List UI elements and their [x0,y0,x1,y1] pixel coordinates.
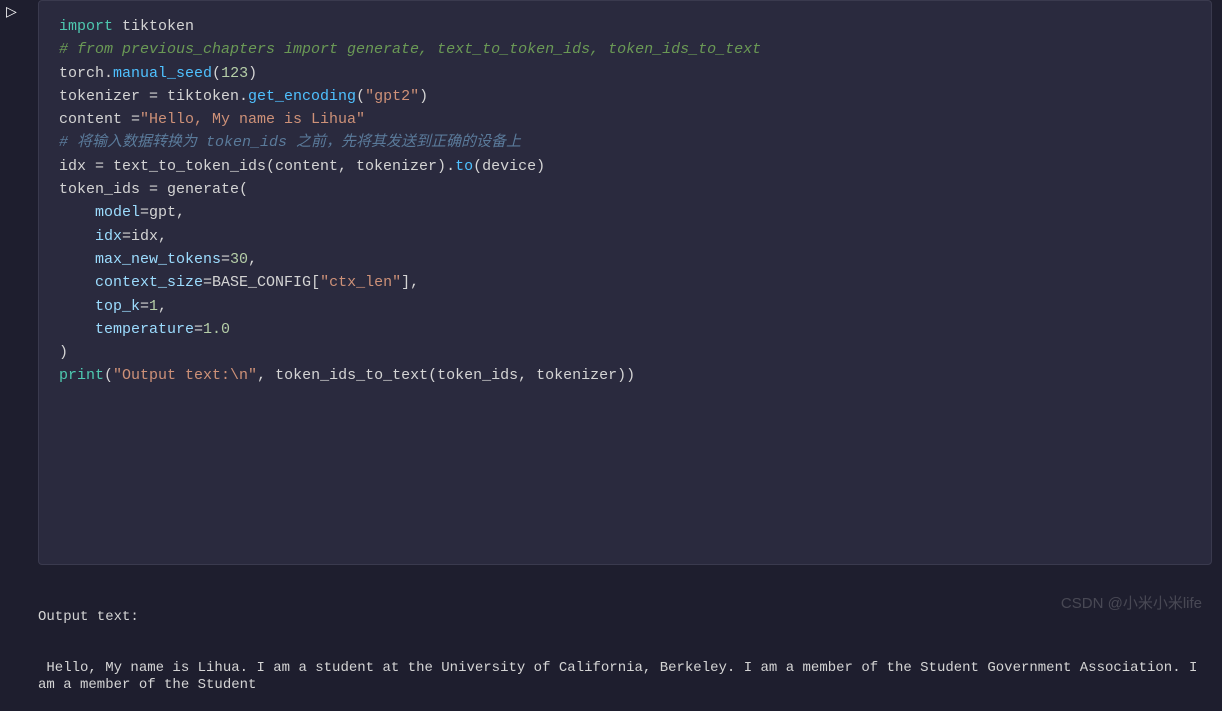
play-icon[interactable]: ▷ [6,4,17,21]
function-name: print [59,367,104,384]
code-text: gpt, [149,204,185,221]
number-literal: 1.0 [203,321,230,338]
param-name: context_size [59,274,203,291]
code-line: idx=idx, [59,225,1191,248]
output-header: Output text: [38,609,1212,626]
code-line: max_new_tokens=30, [59,248,1191,271]
code-text: content = [59,111,140,128]
code-line: context_size=BASE_CONFIG["ctx_len"], [59,271,1191,294]
paren: ( [356,88,365,105]
code-text: idx = text_to_token_ids(content, tokeniz… [59,158,455,175]
code-line: content ="Hello, My name is Lihua" [59,108,1191,131]
string-literal: "gpt2" [365,88,419,105]
number-literal: 30 [230,251,248,268]
operator: = [140,204,149,221]
param-name: model [59,204,140,221]
paren: ) [248,65,257,82]
param-name: temperature [59,321,194,338]
paren: ( [212,65,221,82]
paren: ) [419,88,428,105]
watermark: CSDN @小米小米life [1061,592,1202,613]
code-line: import tiktoken [59,15,1191,38]
method-name: manual_seed [113,65,212,82]
param-name: top_k [59,298,140,315]
code-text: (device) [473,158,545,175]
string-literal: "Output text:\n" [113,367,257,384]
operator: = [122,228,131,245]
code-line: temperature=1.0 [59,318,1191,341]
operator: = [221,251,230,268]
param-name: idx [59,228,122,245]
keyword-import: import [59,18,113,35]
param-name: max_new_tokens [59,251,221,268]
method-name: get_encoding [248,88,356,105]
code-line: token_ids = generate( [59,178,1191,201]
output-area: Output text: Hello, My name is Lihua. I … [38,575,1212,711]
module-name: tiktoken [113,18,194,35]
string-literal: "ctx_len" [320,274,401,291]
code-comment: # 将输入数据转换为 token_ids 之前，先将其发送到正确的设备上 [59,131,1191,154]
code-line: idx = text_to_token_ids(content, tokeniz… [59,155,1191,178]
output-body: Hello, My name is Lihua. I am a student … [38,660,1212,694]
number-literal: 123 [221,65,248,82]
code-line: tokenizer = tiktoken.get_encoding("gpt2"… [59,85,1191,108]
code-cell[interactable]: import tiktoken # from previous_chapters… [38,0,1212,565]
code-text: ], [401,274,419,291]
number-literal: 1 [149,298,158,315]
method-name: to [455,158,473,175]
code-comment: # from previous_chapters import generate… [59,38,1191,61]
code-text: tokenizer = tiktoken. [59,88,248,105]
comma: , [158,298,167,315]
string-literal: "Hello, My name is Lihua" [140,111,365,128]
code-text: torch. [59,65,113,82]
code-line: ) [59,341,1191,364]
code-line: top_k=1, [59,295,1191,318]
code-line: print("Output text:\n", token_ids_to_tex… [59,364,1191,387]
paren: ( [104,367,113,384]
code-line: torch.manual_seed(123) [59,62,1191,85]
comma: , [248,251,257,268]
code-text: BASE_CONFIG[ [212,274,320,291]
operator: = [203,274,212,291]
operator: = [140,298,149,315]
operator: = [194,321,203,338]
code-text: , token_ids_to_text(token_ids, tokenizer… [257,367,635,384]
code-line: model=gpt, [59,201,1191,224]
code-text: idx, [131,228,167,245]
